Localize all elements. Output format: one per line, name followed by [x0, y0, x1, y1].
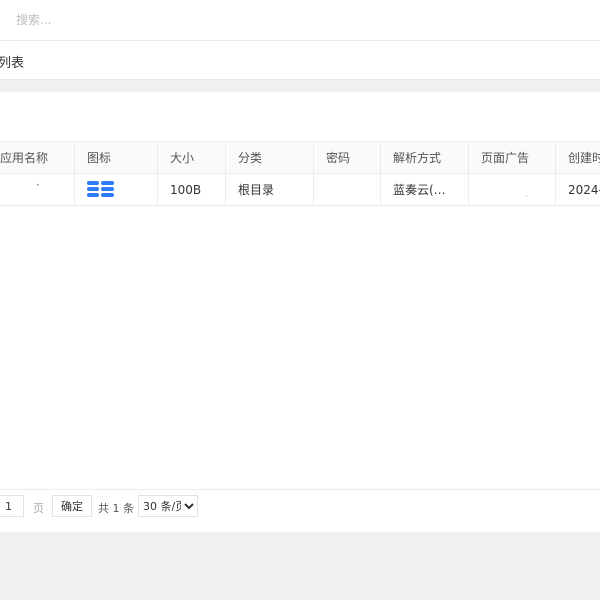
cell-size: 100B	[157, 173, 226, 206]
search-input[interactable]	[6, 6, 578, 34]
column-header-page-ad[interactable]: 页面广告	[468, 141, 556, 174]
page-confirm-button[interactable]: 确定	[52, 495, 92, 517]
cell-category: 根目录	[225, 173, 314, 206]
pagination: 页 确定 共 1 条 30 条/页	[0, 489, 600, 526]
top-search-bar	[0, 0, 600, 41]
table-header-row: 应用名称 图标 大小 分类 密码 解析方式 页面广告 创建时间	[0, 141, 600, 174]
app-table: 应用名称 图标 大小 分类 密码 解析方式 页面广告 创建时间 ·	[0, 141, 600, 206]
content-card: 应用名称 图标 大小 分类 密码 解析方式 页面广告 创建时间 ·	[0, 92, 600, 532]
cell-app-name: ·	[0, 173, 75, 206]
page-number-input[interactable]	[0, 495, 24, 517]
column-header-app-name[interactable]: 应用名称	[0, 141, 75, 174]
cell-parse-method: 蓝奏云(…	[380, 173, 469, 206]
page-ad-text: .	[525, 188, 529, 200]
breadcrumb-bar: 列表	[0, 41, 600, 80]
page-size-select[interactable]: 30 条/页	[138, 495, 198, 517]
cell-icon	[74, 173, 158, 206]
cell-created: 2024-	[555, 173, 600, 206]
column-header-parse-method[interactable]: 解析方式	[380, 141, 469, 174]
cell-password	[313, 173, 381, 206]
column-header-category[interactable]: 分类	[225, 141, 314, 174]
page-unit-label: 页	[33, 502, 44, 515]
column-header-icon[interactable]: 图标	[74, 141, 158, 174]
column-header-created[interactable]: 创建时间	[555, 141, 600, 174]
total-count: 共 1 条	[98, 502, 134, 515]
app-name-text: ·	[36, 177, 40, 192]
breadcrumb-current[interactable]: 列表	[0, 52, 24, 71]
blue-list-icon	[87, 180, 114, 197]
column-header-password[interactable]: 密码	[313, 141, 381, 174]
cell-page-ad: .	[468, 173, 556, 206]
table-row[interactable]: · 100B 根目录 蓝奏云(… . 2024-	[0, 173, 600, 206]
column-header-size[interactable]: 大小	[157, 141, 226, 174]
